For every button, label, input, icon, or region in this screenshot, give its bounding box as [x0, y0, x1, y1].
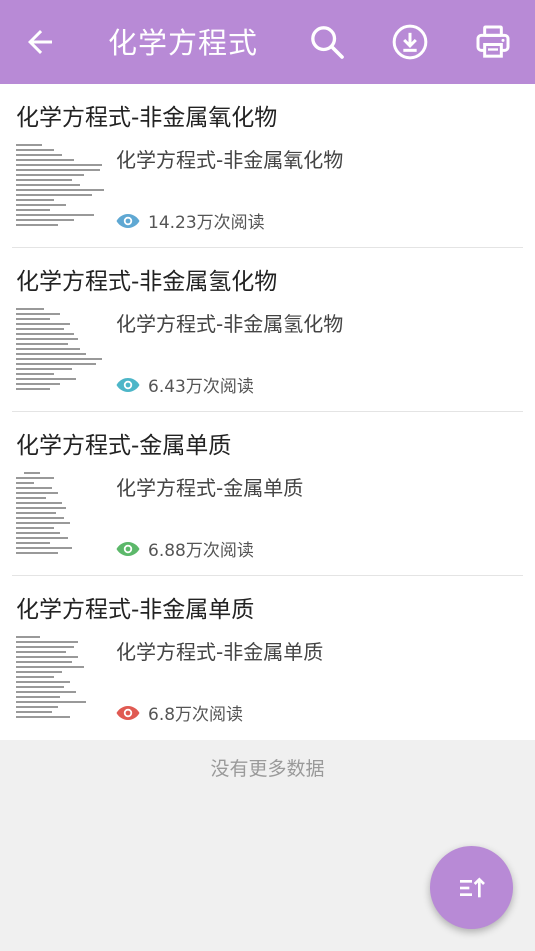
item-title: 化学方程式-金属单质 — [16, 433, 232, 459]
read-count: 6.8万次阅读 — [116, 700, 243, 725]
item-title: 化学方程式-非金属单质 — [16, 597, 255, 623]
read-count: 6.88万次阅读 — [116, 536, 254, 561]
list-item[interactable]: 化学方程式-非金属氧化物 化学方程式-非金属氧化物 14.23万次阅读 — [12, 84, 523, 248]
eye-icon — [116, 377, 140, 392]
eye-icon — [116, 213, 140, 228]
document-thumbnail — [14, 141, 108, 229]
item-subtitle: 化学方程式-非金属单质 — [116, 640, 324, 664]
list-item[interactable]: 化学方程式-非金属单质 化学方程式-非金属单质 6.8万次阅读 — [12, 576, 523, 740]
download-icon — [392, 24, 428, 60]
list-item[interactable]: 化学方程式-非金属氢化物 化学方程式-非金属氢化物 6.43万次阅读 — [12, 248, 523, 412]
read-count-text: 6.8万次阅读 — [148, 705, 244, 725]
sort-fab-button[interactable] — [430, 846, 513, 929]
eye-icon — [116, 541, 140, 556]
eye-icon — [116, 705, 140, 720]
document-thumbnail — [14, 305, 108, 393]
download-button[interactable] — [390, 22, 430, 62]
search-button[interactable] — [307, 22, 347, 62]
page-title: 化学方程式 — [108, 26, 259, 60]
item-title: 化学方程式-非金属氧化物 — [16, 105, 278, 131]
read-count-text: 6.43万次阅读 — [148, 377, 254, 397]
document-list: 化学方程式-非金属氧化物 化学方程式-非金属氧化物 14.23万次阅读 化学方程… — [0, 84, 535, 740]
item-subtitle: 化学方程式-非金属氢化物 — [116, 312, 344, 336]
app-bar: 化学方程式 — [0, 0, 535, 84]
item-title: 化学方程式-非金属氢化物 — [16, 269, 278, 295]
read-count: 14.23万次阅读 — [116, 208, 265, 233]
list-item[interactable]: 化学方程式-金属单质 化学方程式-金属单质 6.88万次阅读 — [12, 412, 523, 576]
read-count-text: 14.23万次阅读 — [148, 213, 265, 233]
printer-icon — [476, 25, 510, 58]
search-icon — [311, 26, 344, 59]
print-button[interactable] — [473, 22, 513, 62]
document-thumbnail — [14, 633, 108, 721]
arrow-left-icon — [28, 30, 52, 54]
item-subtitle: 化学方程式-非金属氧化物 — [116, 148, 344, 172]
document-thumbnail — [14, 469, 108, 557]
read-count: 6.43万次阅读 — [116, 372, 254, 397]
no-more-data-label: 没有更多数据 — [210, 758, 325, 780]
read-count-text: 6.88万次阅读 — [148, 541, 254, 561]
item-subtitle: 化学方程式-金属单质 — [116, 476, 304, 500]
back-button[interactable] — [22, 24, 58, 60]
sort-ascending-icon — [459, 876, 485, 897]
